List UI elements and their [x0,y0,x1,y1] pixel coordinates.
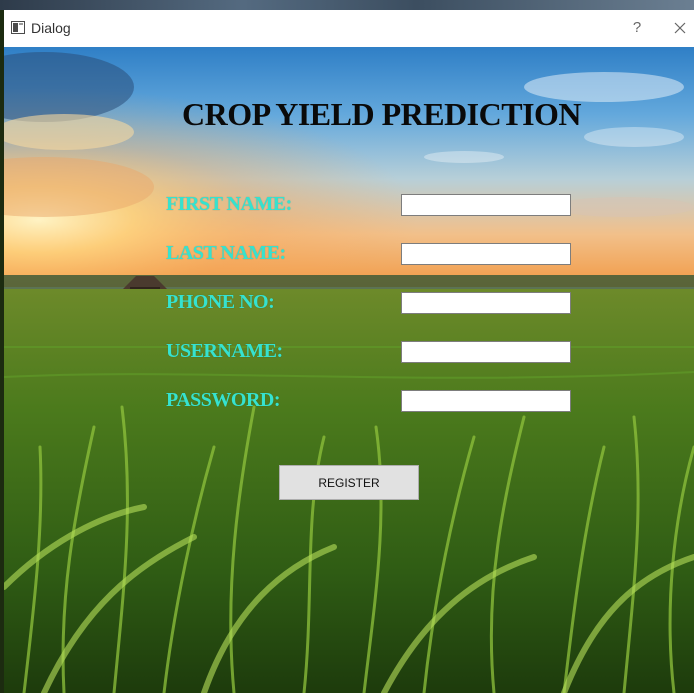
dialog-content: CROP YIELD PREDICTION FIRST NAME: LAST N… [4,47,694,693]
username-input[interactable] [401,341,571,363]
first-name-input[interactable] [401,194,571,216]
password-label: PASSWORD: [166,389,281,411]
phone-no-input[interactable] [401,292,571,314]
close-icon [674,22,686,34]
title-bar: Dialog ? [4,10,694,47]
last-name-label: LAST NAME: [166,242,286,264]
username-label: USERNAME: [166,340,283,362]
desktop-background-strip [0,0,694,10]
help-button[interactable]: ? [629,19,645,37]
first-name-label: FIRST NAME: [166,193,292,215]
cornfield-background-image [4,47,694,693]
window-title: Dialog [31,20,71,36]
page-heading: CROP YIELD PREDICTION [182,96,582,132]
app-window-icon [11,21,25,34]
close-button[interactable] [671,19,689,37]
phone-no-label: PHONE NO: [166,291,275,313]
dialog-window: Dialog ? CROP YIELD PREDICTION FIRST NAM… [4,10,694,693]
register-button[interactable]: REGISTER [279,465,419,500]
last-name-input[interactable] [401,243,571,265]
password-input[interactable] [401,390,571,412]
